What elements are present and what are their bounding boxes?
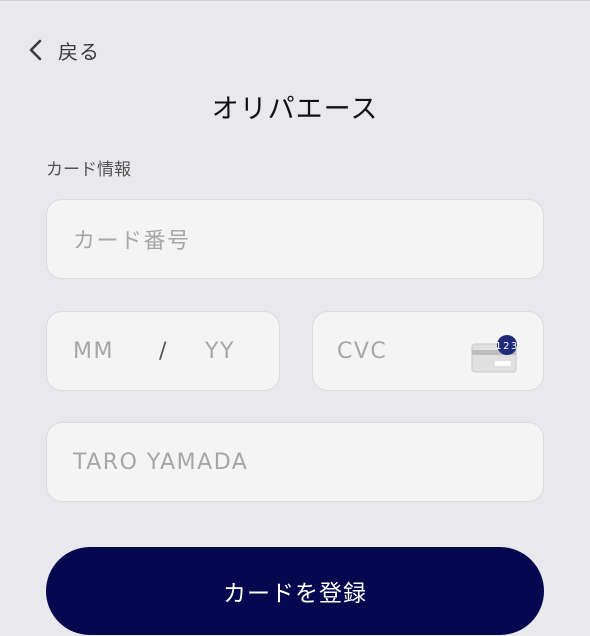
- expiry-field[interactable]: MM / YY: [46, 311, 280, 391]
- expiry-separator: /: [159, 338, 168, 364]
- cardholder-name-field[interactable]: TARO YAMADA: [46, 422, 544, 502]
- expiry-year-placeholder: YY: [205, 338, 235, 364]
- expiry-month-placeholder: MM: [73, 338, 114, 364]
- card-info-label: カード情報: [46, 160, 131, 180]
- register-card-button[interactable]: カードを登録: [46, 547, 544, 635]
- cvc-placeholder: CVC: [337, 338, 388, 364]
- card-number-placeholder: カード番号: [73, 229, 191, 254]
- chevron-left-icon: [29, 39, 42, 61]
- page-title: オリパエース: [211, 94, 379, 125]
- card-number-field[interactable]: カード番号: [46, 199, 544, 279]
- cvc-icon-badge: 123: [495, 341, 519, 352]
- register-card-label: カードを登録: [223, 581, 367, 607]
- cvc-field[interactable]: CVC 123: [312, 311, 544, 391]
- cardholder-name-placeholder: TARO YAMADA: [73, 449, 249, 475]
- back-label: 戻る: [58, 39, 100, 64]
- back-button[interactable]: 戻る: [28, 35, 100, 65]
- credit-card-cvc-icon: 123: [471, 335, 519, 373]
